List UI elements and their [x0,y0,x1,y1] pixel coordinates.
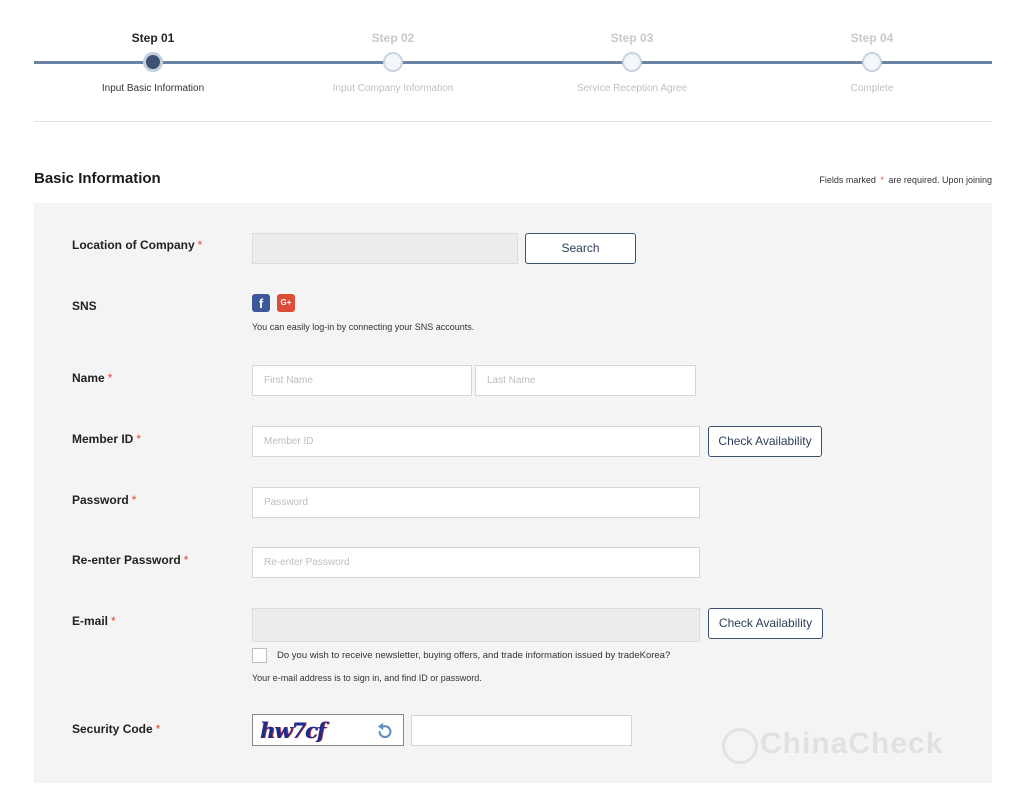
watermark: ChinaCheck [760,727,944,760]
section-title: Basic Information [34,170,161,187]
facebook-icon[interactable]: f [252,294,270,312]
step-indicator [383,52,403,72]
check-email-button[interactable]: Check Availability [708,608,823,639]
required-note-suffix: are required. Upon joining [888,175,992,185]
reenter-password-label: Re-enter Password * [72,553,188,567]
step-number: Step 02 [371,31,415,45]
member-id-label-text: Member ID [72,432,134,446]
required-note-prefix: Fields marked [819,175,876,185]
step-number: Step 04 [850,31,894,45]
captcha-image: hw7cf [252,714,404,746]
newsletter-checkbox[interactable] [252,648,267,663]
step-indicator-active [143,52,163,72]
email-hint: Your e-mail address is to sign in, and f… [252,673,482,683]
password-input[interactable]: Password [252,487,700,518]
location-label: Location of Company * [72,238,202,252]
step-indicator [862,52,882,72]
location-search-button[interactable]: Search [525,233,636,264]
required-fields-note: Fields marked * are required. Upon joini… [819,175,992,185]
progress-stepper: Step 01 Input Basic Information Step 02 … [34,0,992,122]
required-star: * [197,238,203,252]
google-plus-icon[interactable]: G+ [277,294,295,312]
location-field[interactable] [252,233,518,264]
required-star: * [111,614,116,628]
step-label: Input Company Information [332,83,454,94]
stepper-line [34,61,992,64]
member-id-input[interactable]: Member ID [252,426,700,457]
step-number: Step 03 [610,31,654,45]
step-number: Step 01 [131,31,175,45]
step-label: Input Basic Information [101,83,205,94]
reenter-password-input[interactable]: Re-enter Password [252,547,700,578]
step-label: Service Reception Agree [576,83,688,94]
security-code-label-text: Security Code [72,722,153,736]
first-name-input[interactable]: First Name [252,365,472,396]
step-label: Complete [850,83,894,94]
required-star: * [155,722,161,736]
required-star: * [131,493,137,507]
required-star: * [880,175,884,185]
required-star: * [136,432,142,446]
sns-label: SNS [72,299,97,313]
name-label: Name * [72,371,112,385]
name-label-text: Name [72,371,105,385]
sns-hint: You can easily log-in by connecting your… [252,322,475,332]
email-label-text: E-mail [72,614,109,628]
captcha-text: hw7cf [260,718,326,743]
refresh-icon[interactable] [376,722,394,740]
basic-information-form: Location of Company * Search SNS f G+ You… [34,203,992,783]
required-star: * [183,553,189,567]
last-name-input[interactable]: Last Name [475,365,696,396]
security-code-label: Security Code * [72,722,160,736]
location-label-text: Location of Company [72,238,195,252]
check-member-id-button[interactable]: Check Availability [708,426,822,457]
newsletter-checkbox-label: Do you wish to receive newsletter, buyin… [277,650,671,661]
email-field[interactable] [252,608,700,642]
step-indicator [622,52,642,72]
security-code-input[interactable] [411,715,632,746]
reenter-password-label-text: Re-enter Password [72,553,181,567]
watermark-logo [722,728,758,764]
password-label-text: Password [72,493,129,507]
email-label: E-mail * [72,614,116,628]
password-label: Password * [72,493,136,507]
member-id-label: Member ID * [72,432,141,446]
required-star: * [107,371,113,385]
